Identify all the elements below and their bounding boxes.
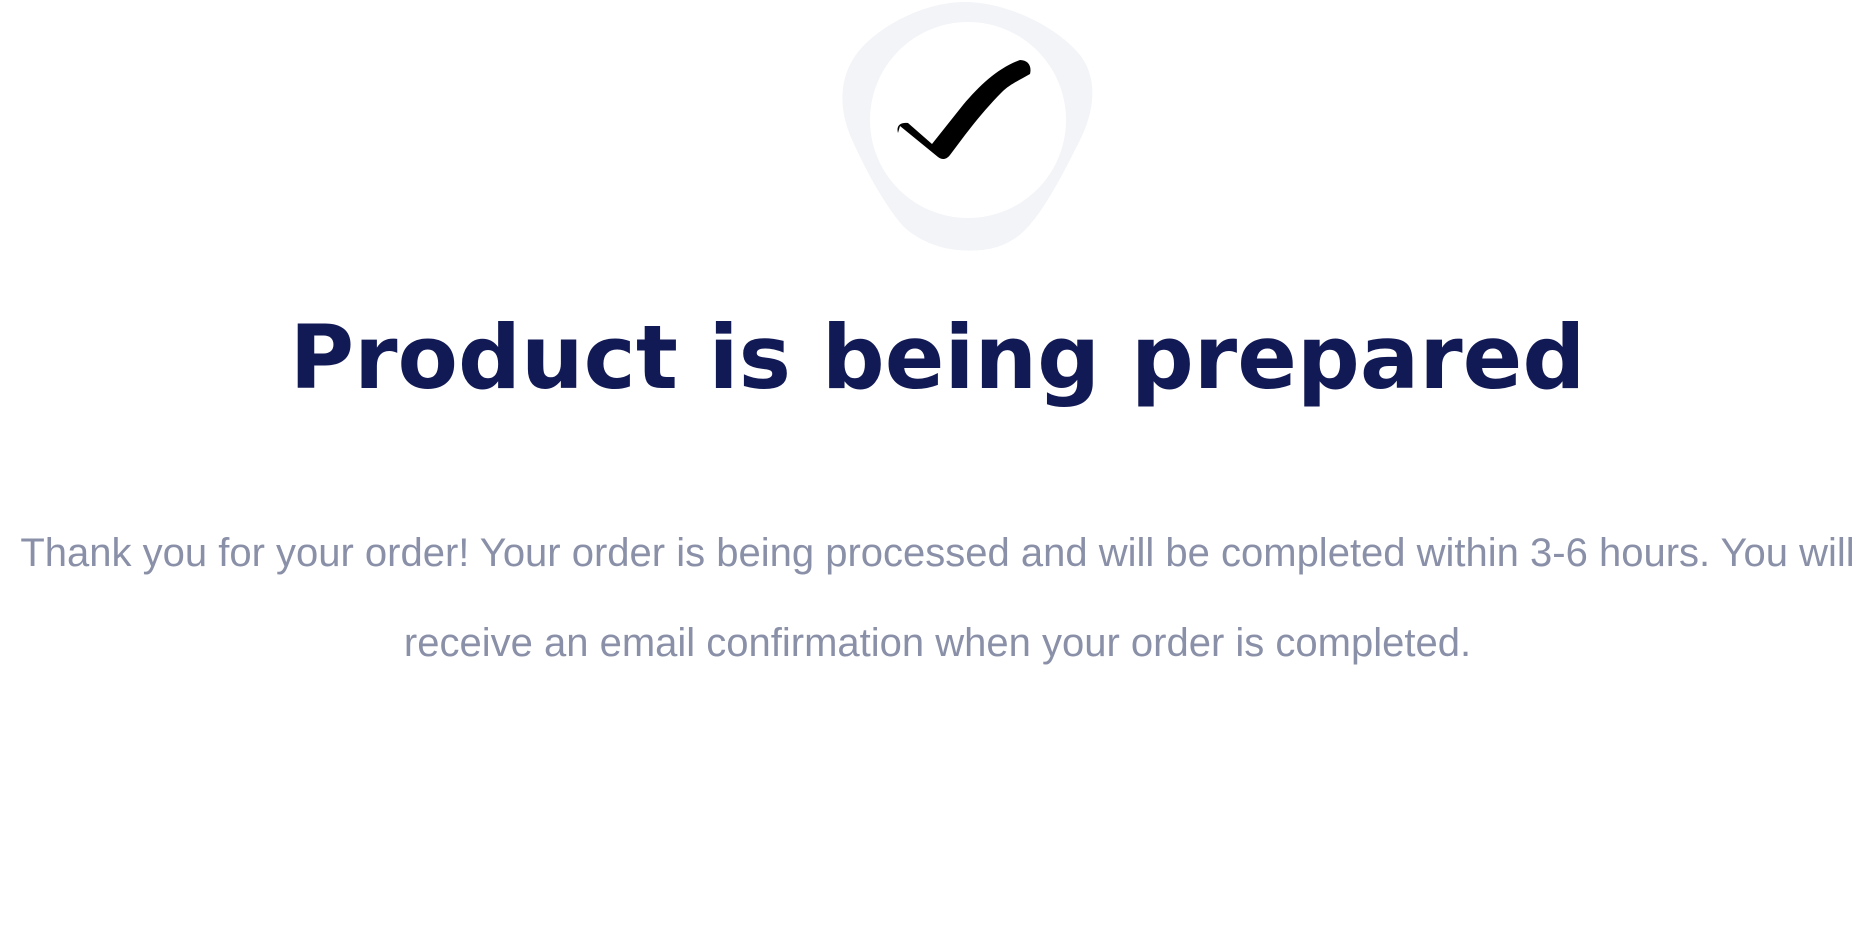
page-title: Product is being prepared <box>289 306 1586 409</box>
order-confirmation-page: Product is being prepared Thank you for … <box>0 0 1875 935</box>
confirmation-message: Thank you for your order! Your order is … <box>20 531 1855 665</box>
checkmark-icon <box>830 0 1100 255</box>
